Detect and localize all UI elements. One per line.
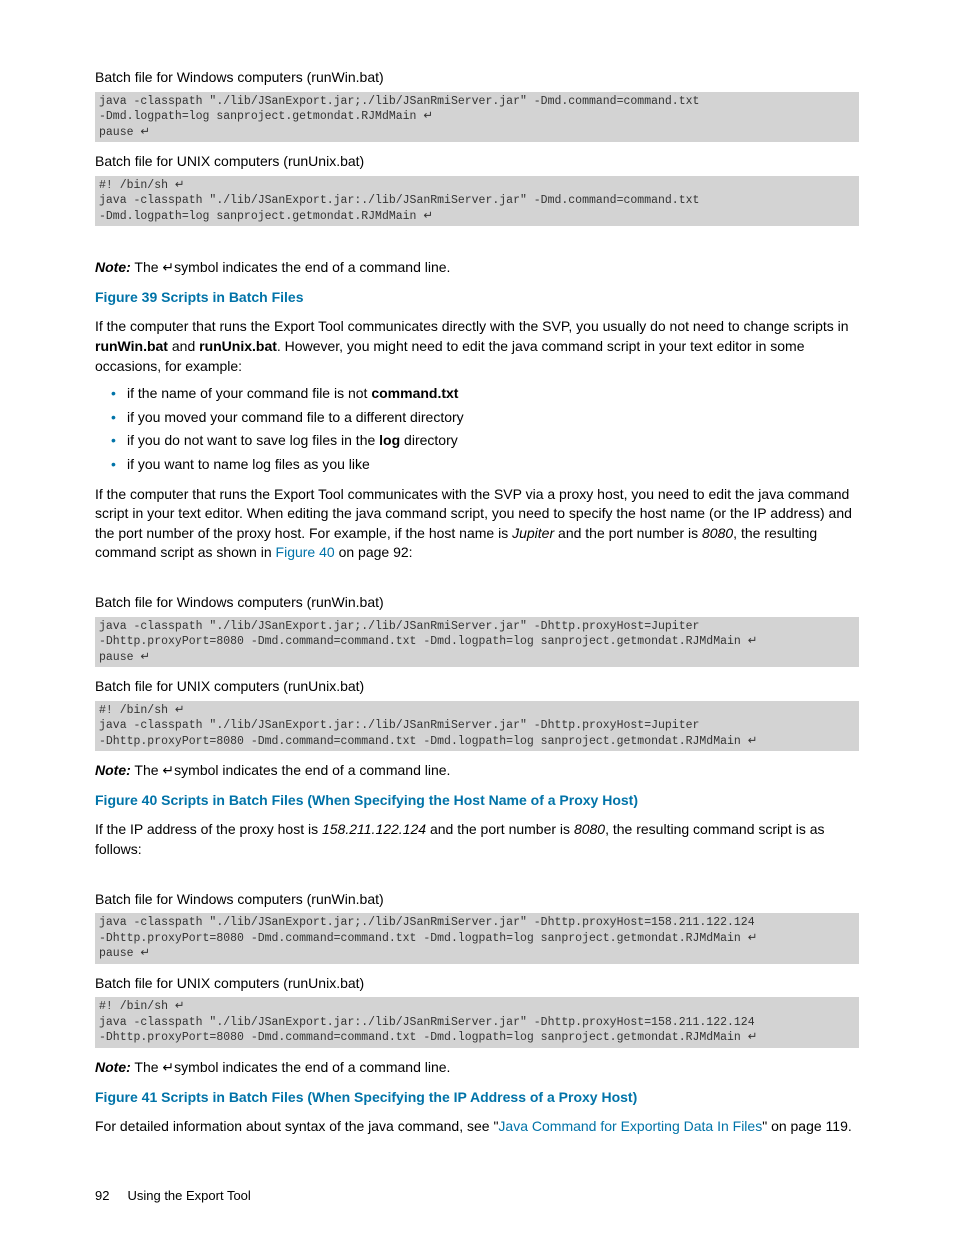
bullet-list: if the name of your command file is not …: [95, 384, 859, 474]
figure-41-title: Figure 41 Scripts in Batch Files (When S…: [95, 1088, 859, 1108]
para-3: If the IP address of the proxy host is 1…: [95, 820, 859, 859]
para-1: If the computer that runs the Export Too…: [95, 317, 859, 376]
p2c: and the port number is: [554, 525, 702, 541]
page-number: 92: [95, 1188, 109, 1203]
b3a: if you do not want to save log files in …: [127, 432, 379, 448]
p2d: 8080: [702, 525, 733, 541]
para-1-d: runUnix.bat: [199, 338, 277, 354]
b1b: command.txt: [371, 385, 458, 401]
code-win-2: java -classpath "./lib/JSanExport.jar;./…: [95, 617, 859, 668]
note-text: The ↵symbol indicates the end of a comma…: [131, 259, 451, 275]
code-win-1: java -classpath "./lib/JSanExport.jar;./…: [95, 92, 859, 143]
note-1: Note: The ↵symbol indicates the end of a…: [95, 258, 859, 278]
note-label: Note:: [95, 259, 131, 275]
list-item: if you do not want to save log files in …: [127, 431, 859, 451]
b1a: if the name of your command file is not: [127, 385, 371, 401]
p3d: 8080: [574, 821, 605, 837]
para-4: For detailed information about syntax of…: [95, 1117, 859, 1137]
code-unix-2: #! /bin/sh ↵ java -classpath "./lib/JSan…: [95, 701, 859, 752]
para-2: If the computer that runs the Export Too…: [95, 485, 859, 563]
code-unix-3: #! /bin/sh ↵ java -classpath "./lib/JSan…: [95, 997, 859, 1048]
note-label: Note:: [95, 1059, 131, 1075]
p4a: For detailed information about syntax of…: [95, 1118, 498, 1134]
footer-title: Using the Export Tool: [127, 1188, 250, 1203]
p3a: If the IP address of the proxy host is: [95, 821, 322, 837]
p3c: and the port number is: [426, 821, 574, 837]
caption-win-3: Batch file for Windows computers (runWin…: [95, 890, 859, 910]
code-unix-1: #! /bin/sh ↵ java -classpath "./lib/JSan…: [95, 176, 859, 227]
caption-win-2: Batch file for Windows computers (runWin…: [95, 593, 859, 613]
list-item: if the name of your command file is not …: [127, 384, 859, 404]
code-win-3: java -classpath "./lib/JSanExport.jar;./…: [95, 913, 859, 964]
figure-39-title: Figure 39 Scripts in Batch Files: [95, 288, 859, 308]
p2f: on page 92:: [335, 544, 413, 560]
note-text: The ↵symbol indicates the end of a comma…: [131, 762, 451, 778]
list-item: if you want to name log files as you lik…: [127, 455, 859, 475]
para-1-c: and: [168, 338, 199, 354]
figure-40-title: Figure 40 Scripts in Batch Files (When S…: [95, 791, 859, 811]
p2b: Jupiter: [512, 525, 554, 541]
b3b: log: [379, 432, 400, 448]
p4b: " on page 119.: [762, 1118, 852, 1134]
java-command-link[interactable]: Java Command for Exporting Data In Files: [498, 1118, 762, 1134]
note-3: Note: The ↵symbol indicates the end of a…: [95, 1058, 859, 1078]
p3b: 158.211.122.124: [322, 821, 426, 837]
page-footer: 92 Using the Export Tool: [95, 1187, 859, 1205]
note-2: Note: The ↵symbol indicates the end of a…: [95, 761, 859, 781]
caption-win-1: Batch file for Windows computers (runWin…: [95, 68, 859, 88]
b3c: directory: [400, 432, 458, 448]
caption-unix-3: Batch file for UNIX computers (runUnix.b…: [95, 974, 859, 994]
para-1-b: runWin.bat: [95, 338, 168, 354]
para-1-a: If the computer that runs the Export Too…: [95, 318, 849, 334]
figure-40-link[interactable]: Figure 40: [276, 544, 335, 560]
note-label: Note:: [95, 762, 131, 778]
caption-unix-2: Batch file for UNIX computers (runUnix.b…: [95, 677, 859, 697]
list-item: if you moved your command file to a diff…: [127, 408, 859, 428]
note-text: The ↵symbol indicates the end of a comma…: [131, 1059, 451, 1075]
caption-unix-1: Batch file for UNIX computers (runUnix.b…: [95, 152, 859, 172]
